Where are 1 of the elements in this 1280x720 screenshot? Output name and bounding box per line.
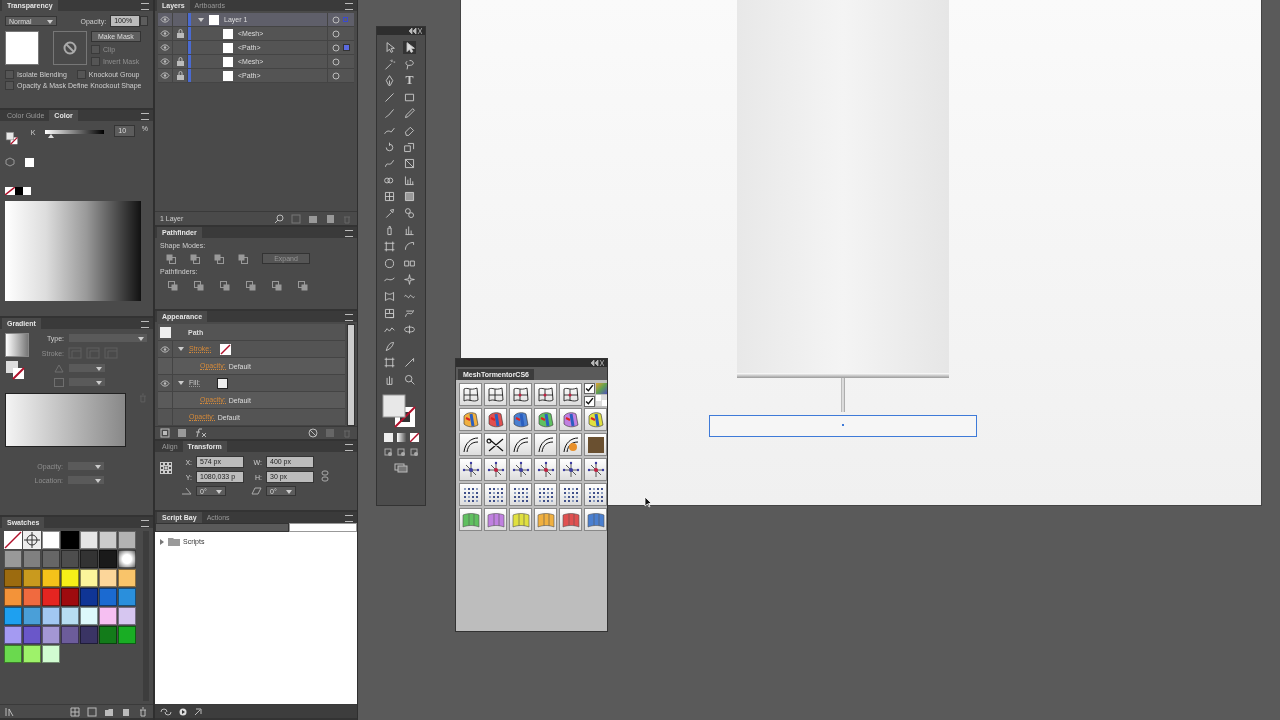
type-tool[interactable]: T: [403, 74, 416, 88]
